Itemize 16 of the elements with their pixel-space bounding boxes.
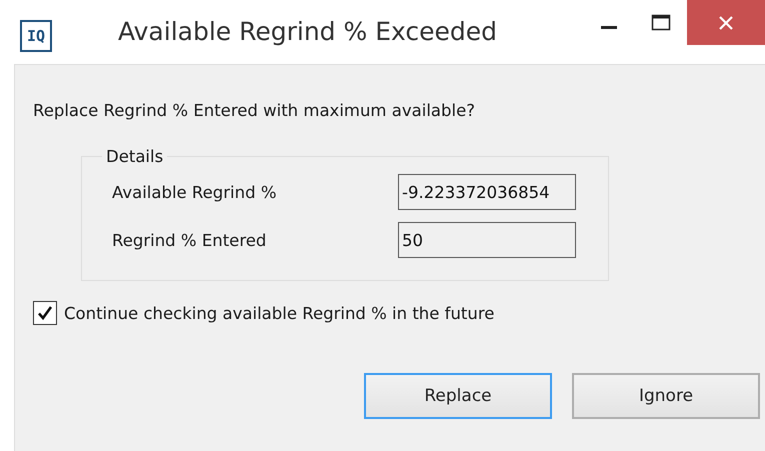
question-text: Replace Regrind % Entered with maximum available? — [33, 101, 476, 120]
maximize-icon — [651, 14, 671, 32]
dialog-button[interactable]: Ignore — [572, 373, 760, 419]
field-label: Regrind % Entered — [112, 230, 268, 250]
checkbox[interactable] — [33, 301, 57, 325]
checkbox-label[interactable]: Continue checking available Regrind % in the future — [64, 304, 494, 322]
minimize-icon — [601, 26, 617, 29]
field-label: Available Regrind % — [112, 182, 278, 202]
window-title: Available Regrind % Exceeded — [118, 17, 497, 46]
app-icon: IQ — [20, 20, 52, 52]
check-icon — [36, 304, 54, 322]
group-legend: Details — [102, 147, 168, 166]
close-icon — [718, 14, 734, 30]
dialog-button[interactable]: Replace — [364, 373, 552, 419]
input-field[interactable]: 50 — [398, 222, 576, 258]
input-field[interactable]: -9.223372036854 — [398, 174, 576, 210]
